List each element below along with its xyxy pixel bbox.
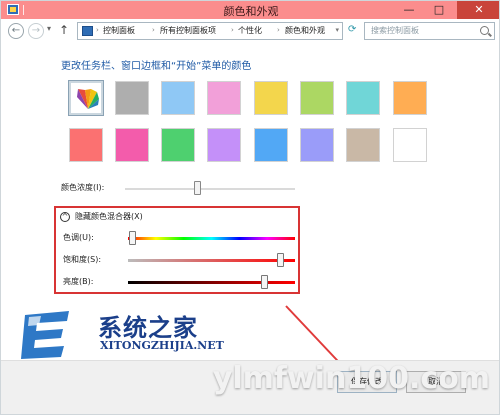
brand-watermark: ylmfwin100.com [212, 361, 490, 396]
watermark-text: 系统之家 [98, 313, 198, 342]
watermark-url: XITONGZHIJIA.NET [100, 339, 224, 352]
watermark-logo [21, 311, 69, 359]
window: 颜色和外观 — □ ✕ ← → ▾ ↑ › 控制面板 › 所有控制面板项 › 个… [0, 0, 500, 415]
